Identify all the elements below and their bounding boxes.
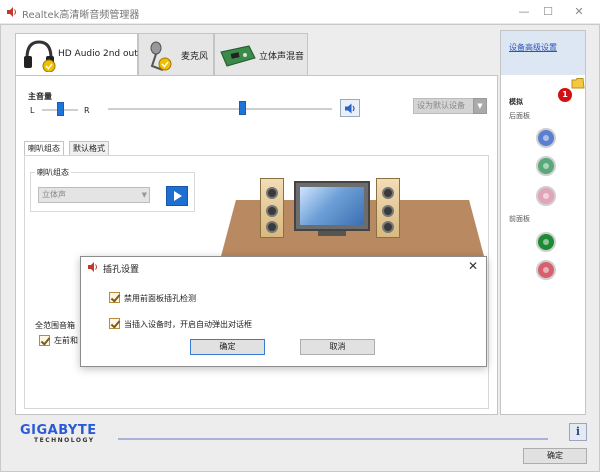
dialog-ok-button[interactable]: 确定 [190,339,265,355]
left-channel-label: L [30,106,34,115]
mute-button[interactable] [340,99,360,117]
maximize-button[interactable]: ☐ [539,4,557,20]
speaker-icon [6,6,18,18]
tv-stand [318,231,346,236]
microphone-icon [143,40,173,72]
tv-image [294,181,370,231]
tab-hd-audio-output[interactable]: HD Audio 2nd output [15,33,138,76]
front-panel-label: 前面板 [509,214,530,224]
step-badge-1: 1 [558,88,572,102]
window-title: Realtek高清晰音频管理器 [22,6,139,21]
dialog-cancel-button[interactable]: 取消 [300,339,375,355]
jack-settings-dialog: 插孔设置 ✕ 禁用前面板插孔检测 当插入设备时，开启自动弹出对话框 确定 取消 [80,256,487,367]
side-panel-header: 设备高级设置 [501,31,585,75]
tab-stereo-mix[interactable]: 立体声混音 [214,33,308,75]
side-panel: 设备高级设置 模拟 后面板 前面板 [500,30,586,415]
front-jack-pink[interactable] [536,260,556,280]
play-test-button[interactable] [166,186,188,206]
rear-panel-label: 后面板 [509,111,530,121]
front-left-speaker[interactable] [260,178,284,238]
full-range-checkbox[interactable] [39,335,50,346]
minimize-button[interactable]: — [515,4,533,20]
tab-microphone[interactable]: 麦克风 [138,33,214,75]
full-range-label: 全范围音箱 [35,320,75,331]
balance-slider[interactable] [57,102,64,116]
disable-front-jack-detection-checkbox[interactable] [109,292,120,303]
analog-section-label: 模拟 [509,97,523,107]
speaker-icon [87,261,99,273]
speaker-config-select[interactable]: 立体声 ▼ [38,187,150,203]
volume-track [108,108,332,110]
select-value: 立体声 [42,190,66,199]
master-volume-label: 主音量 [28,91,52,102]
rear-jack-green[interactable] [536,156,556,176]
tab-label: 立体声混音 [259,49,304,62]
set-default-device-button[interactable]: 设为默认设备 ▼ [413,98,487,114]
title-bar: Realtek高清晰音频管理器 — ☐ ✕ [0,0,600,24]
info-button[interactable]: i [569,423,587,441]
full-range-checkbox-label: 左前和 [54,335,78,346]
speaker-icon [344,102,357,115]
main-ok-button[interactable]: 确定 [523,448,587,464]
chevron-down-icon[interactable]: ▼ [473,98,487,114]
headphones-icon [21,38,57,72]
rear-jack-pink[interactable] [536,186,556,206]
folder-icon[interactable] [571,77,585,89]
tab-speaker-config[interactable]: 喇叭组态 [24,141,64,156]
advanced-settings-link[interactable]: 设备高级设置 [509,42,557,53]
volume-slider[interactable] [239,101,246,115]
chevron-down-icon: ▼ [142,188,147,202]
rear-jack-blue[interactable] [536,128,556,148]
gigabyte-logo: GIGABYTE [20,423,97,438]
footer-divider [118,438,548,440]
dialog-title-bar: 插孔设置 ✕ [81,257,486,277]
front-right-speaker[interactable] [376,178,400,238]
sound-card-icon [219,44,257,70]
tab-default-format[interactable]: 默认格式 [69,141,109,156]
close-button[interactable]: ✕ [570,4,588,20]
group-legend: 喇叭组态 [35,167,71,178]
right-channel-label: R [84,106,90,115]
default-device-label: 设为默认设备 [417,101,465,110]
gigabyte-logo-sub: TECHNOLOGY [34,437,95,444]
disable-front-jack-detection-label: 禁用前面板插孔检测 [124,293,196,304]
front-jack-green[interactable] [536,232,556,252]
auto-popup-checkbox[interactable] [109,318,120,329]
auto-popup-label: 当插入设备时，开启自动弹出对话框 [124,319,252,330]
dialog-title: 插孔设置 [103,262,139,275]
tab-label: 麦克风 [181,49,208,62]
dialog-close-button[interactable]: ✕ [468,259,478,273]
